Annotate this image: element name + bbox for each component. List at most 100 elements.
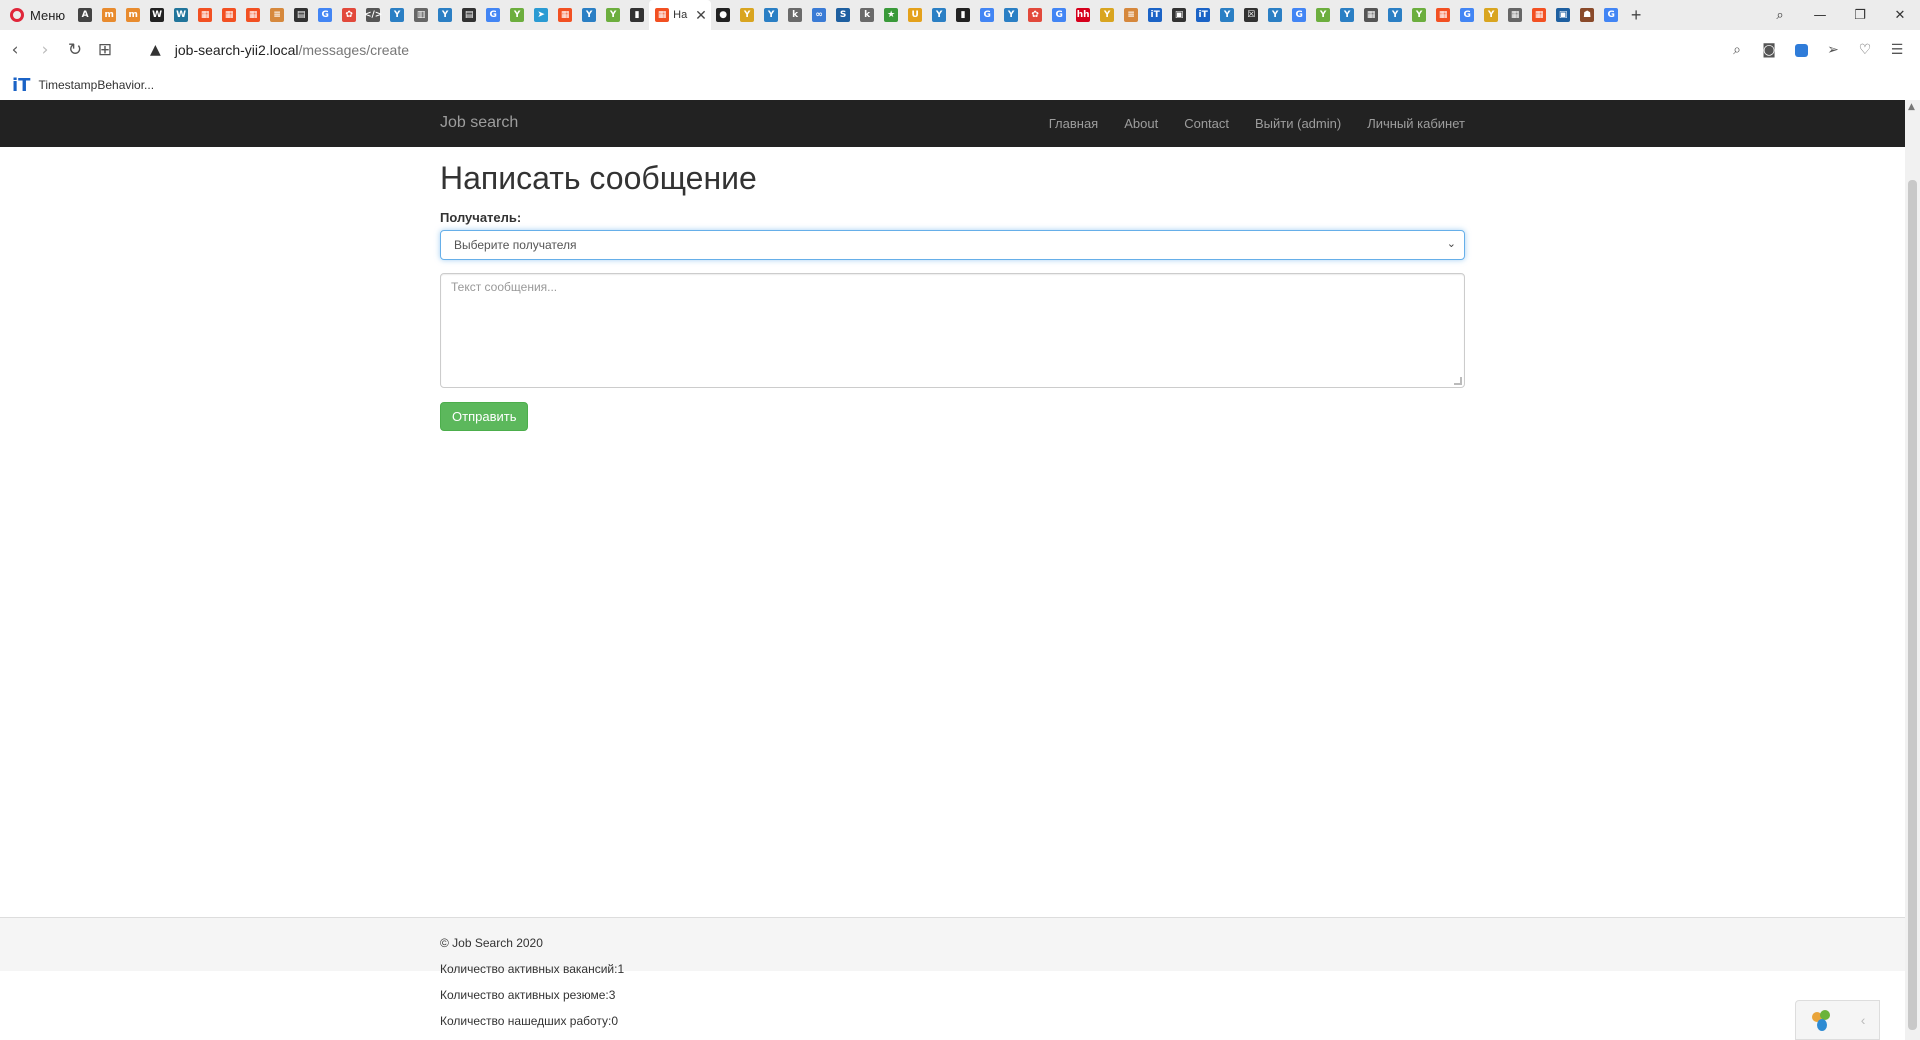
tab-after-1[interactable]: Y <box>735 0 759 30</box>
tab-after-13[interactable]: ✿ <box>1023 0 1047 30</box>
minimize-button[interactable]: — <box>1800 0 1840 30</box>
tab-after-21[interactable]: Y <box>1215 0 1239 30</box>
tab-after-32[interactable]: Y <box>1479 0 1503 30</box>
resize-handle-icon[interactable] <box>1454 377 1462 385</box>
snapshot-icon[interactable]: ◙ <box>1756 35 1782 65</box>
nav-item-home[interactable]: Главная <box>1036 116 1111 131</box>
tab-after-28[interactable]: Y <box>1383 0 1407 30</box>
favicon-icon: ▦ <box>558 8 573 22</box>
tab-after-27[interactable]: ▦ <box>1359 0 1383 30</box>
tab-after-10[interactable]: ▮ <box>951 0 975 30</box>
tab-after-26[interactable]: Y <box>1335 0 1359 30</box>
tab-after-35[interactable]: ▣ <box>1551 0 1575 30</box>
url-field[interactable]: job-search-yii2.local/messages/create <box>175 42 409 58</box>
page-scrollbar[interactable]: ▲ <box>1905 100 1920 1040</box>
tab-after-33[interactable]: ▦ <box>1503 0 1527 30</box>
tab-before-10[interactable]: G <box>313 0 337 30</box>
tab-after-31[interactable]: G <box>1455 0 1479 30</box>
tab-before-21[interactable]: Y <box>577 0 601 30</box>
tab-after-3[interactable]: k <box>783 0 807 30</box>
nav-item-contact[interactable]: Contact <box>1171 116 1242 131</box>
tab-after-34[interactable]: ▦ <box>1527 0 1551 30</box>
flow-send-icon[interactable]: ➢ <box>1820 35 1846 65</box>
forward-button[interactable]: › <box>30 35 60 65</box>
tab-after-12[interactable]: Y <box>999 0 1023 30</box>
tab-before-12[interactable]: </> <box>361 0 385 30</box>
tab-before-19[interactable]: ➤ <box>529 0 553 30</box>
tab-list: Am m W W ▦ ▦ ▦ ≡ ▤ G ✿ </> Y ▥ Y ▤ G Y ➤ ▦ Y Y ▮ <box>73 0 649 30</box>
speed-dial-button[interactable]: ⊞ <box>90 35 120 65</box>
tab-before-17[interactable]: G <box>481 0 505 30</box>
tab-after-16[interactable]: Y <box>1095 0 1119 30</box>
tab-before-0[interactable]: A <box>73 0 97 30</box>
new-tab-button[interactable]: + <box>1623 0 1649 30</box>
tab-before-23[interactable]: ▮ <box>625 0 649 30</box>
tab-before-13[interactable]: Y <box>385 0 409 30</box>
tab-after-37[interactable]: G <box>1599 0 1623 30</box>
tab-after-29[interactable]: Y <box>1407 0 1431 30</box>
tab-before-2[interactable]: m <box>121 0 145 30</box>
reload-button[interactable]: ↻ <box>60 35 90 65</box>
tab-before-3[interactable]: W <box>145 0 169 30</box>
nav-item-about[interactable]: About <box>1111 116 1171 131</box>
tab-before-15[interactable]: Y <box>433 0 457 30</box>
tab-after-17[interactable]: ≡ <box>1119 0 1143 30</box>
tab-before-8[interactable]: ≡ <box>265 0 289 30</box>
chevron-left-icon[interactable]: ‹ <box>1861 1012 1866 1028</box>
send-button[interactable]: Отправить <box>440 402 529 431</box>
tab-before-16[interactable]: ▤ <box>457 0 481 30</box>
scroll-up-icon[interactable]: ▲ <box>1908 102 1915 112</box>
restore-button[interactable]: ❐ <box>1840 0 1880 30</box>
nav-item-cabinet[interactable]: Личный кабинет <box>1354 116 1465 131</box>
tab-before-5[interactable]: ▦ <box>193 0 217 30</box>
tab-after-15[interactable]: hh <box>1071 0 1095 30</box>
insecure-warning-icon[interactable]: ▲ <box>150 42 161 58</box>
recipient-select[interactable]: Выберите получателя ⌄ <box>440 230 1465 260</box>
tab-after-19[interactable]: ▣ <box>1167 0 1191 30</box>
tab-after-23[interactable]: Y <box>1263 0 1287 30</box>
tab-after-6[interactable]: k <box>855 0 879 30</box>
opera-menu-button[interactable]: Меню <box>0 0 73 30</box>
tab-after-8[interactable]: U <box>903 0 927 30</box>
close-window-button[interactable]: ✕ <box>1880 0 1920 30</box>
tab-after-4[interactable]: ∞ <box>807 0 831 30</box>
tab-before-7[interactable]: ▦ <box>241 0 265 30</box>
tab-before-11[interactable]: ✿ <box>337 0 361 30</box>
tab-before-9[interactable]: ▤ <box>289 0 313 30</box>
yii-debug-toolbar-toggle[interactable]: ‹ <box>1795 1000 1880 1040</box>
easy-setup-icon[interactable]: ☰ <box>1884 35 1910 65</box>
tab-after-11[interactable]: G <box>975 0 999 30</box>
tab-active[interactable]: ▦ На ✕ <box>649 0 712 30</box>
tab-after-20[interactable]: iT <box>1191 0 1215 30</box>
tab-before-1[interactable]: m <box>97 0 121 30</box>
scrollbar-thumb[interactable] <box>1908 180 1917 1030</box>
nav-item-logout[interactable]: Выйти (admin) <box>1242 116 1354 131</box>
tab-after-25[interactable]: Y <box>1311 0 1335 30</box>
tab-after-14[interactable]: G <box>1047 0 1071 30</box>
tab-after-18[interactable]: iT <box>1143 0 1167 30</box>
bookmark-item[interactable]: TimestampBehavior... <box>38 78 154 92</box>
bookmark-heart-icon[interactable]: ♡ <box>1852 35 1878 65</box>
tab-after-0[interactable]: ● <box>711 0 735 30</box>
tab-before-20[interactable]: ▦ <box>553 0 577 30</box>
tab-before-18[interactable]: Y <box>505 0 529 30</box>
tab-after-30[interactable]: ▦ <box>1431 0 1455 30</box>
navbar-brand[interactable]: Job search <box>440 114 518 132</box>
tab-before-4[interactable]: W <box>169 0 193 30</box>
search-icon[interactable]: ⌕ <box>1724 35 1750 65</box>
tab-before-6[interactable]: ▦ <box>217 0 241 30</box>
tab-after-9[interactable]: Y <box>927 0 951 30</box>
tab-after-22[interactable]: ☒ <box>1239 0 1263 30</box>
tab-after-5[interactable]: S <box>831 0 855 30</box>
search-tabs-icon[interactable]: ⌕ <box>1760 0 1800 30</box>
tab-after-24[interactable]: G <box>1287 0 1311 30</box>
adblock-shield-icon[interactable] <box>1788 35 1814 65</box>
tab-before-14[interactable]: ▥ <box>409 0 433 30</box>
message-textarea[interactable]: Текст сообщения... <box>440 273 1465 388</box>
tab-after-7[interactable]: ★ <box>879 0 903 30</box>
tab-after-36[interactable]: ☗ <box>1575 0 1599 30</box>
back-button[interactable]: ‹ <box>0 35 30 65</box>
tab-before-22[interactable]: Y <box>601 0 625 30</box>
tab-after-2[interactable]: Y <box>759 0 783 30</box>
tab-close-icon[interactable]: ✕ <box>695 8 707 22</box>
